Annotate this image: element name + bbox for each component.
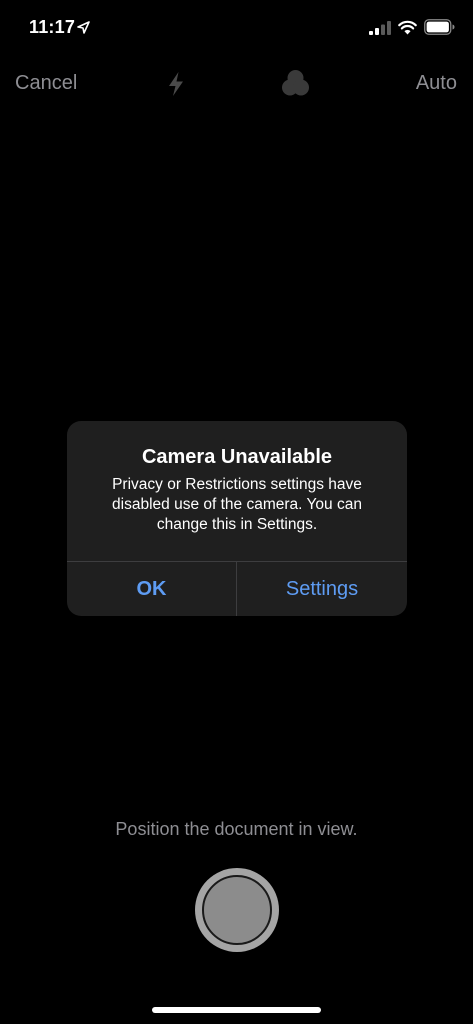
cellular-signal-icon [369,21,391,35]
shutter-button[interactable] [195,868,279,952]
wifi-icon [398,20,417,35]
position-hint: Position the document in view. [115,819,358,839]
camera-unavailable-alert: Camera Unavailable Privacy or Restrictio… [67,421,407,616]
location-arrow-icon [77,21,90,34]
filter-icon[interactable] [280,69,311,97]
battery-icon [424,19,455,35]
flash-icon[interactable] [166,71,186,97]
status-bar: 11:17 [0,0,473,58]
camera-toolbar: Cancel Auto [0,60,473,108]
cancel-button[interactable]: Cancel [15,72,77,95]
alert-message: Privacy or Restrictions settings have di… [112,476,362,533]
alert-title: Camera Unavailable [141,446,333,468]
status-time: 11:17 [29,17,76,37]
ok-button[interactable]: OK [67,562,236,616]
home-indicator[interactable] [152,1007,321,1013]
settings-button[interactable]: Settings [237,562,407,616]
auto-button[interactable]: Auto [416,72,457,95]
shutter-inner-ring [202,875,272,945]
